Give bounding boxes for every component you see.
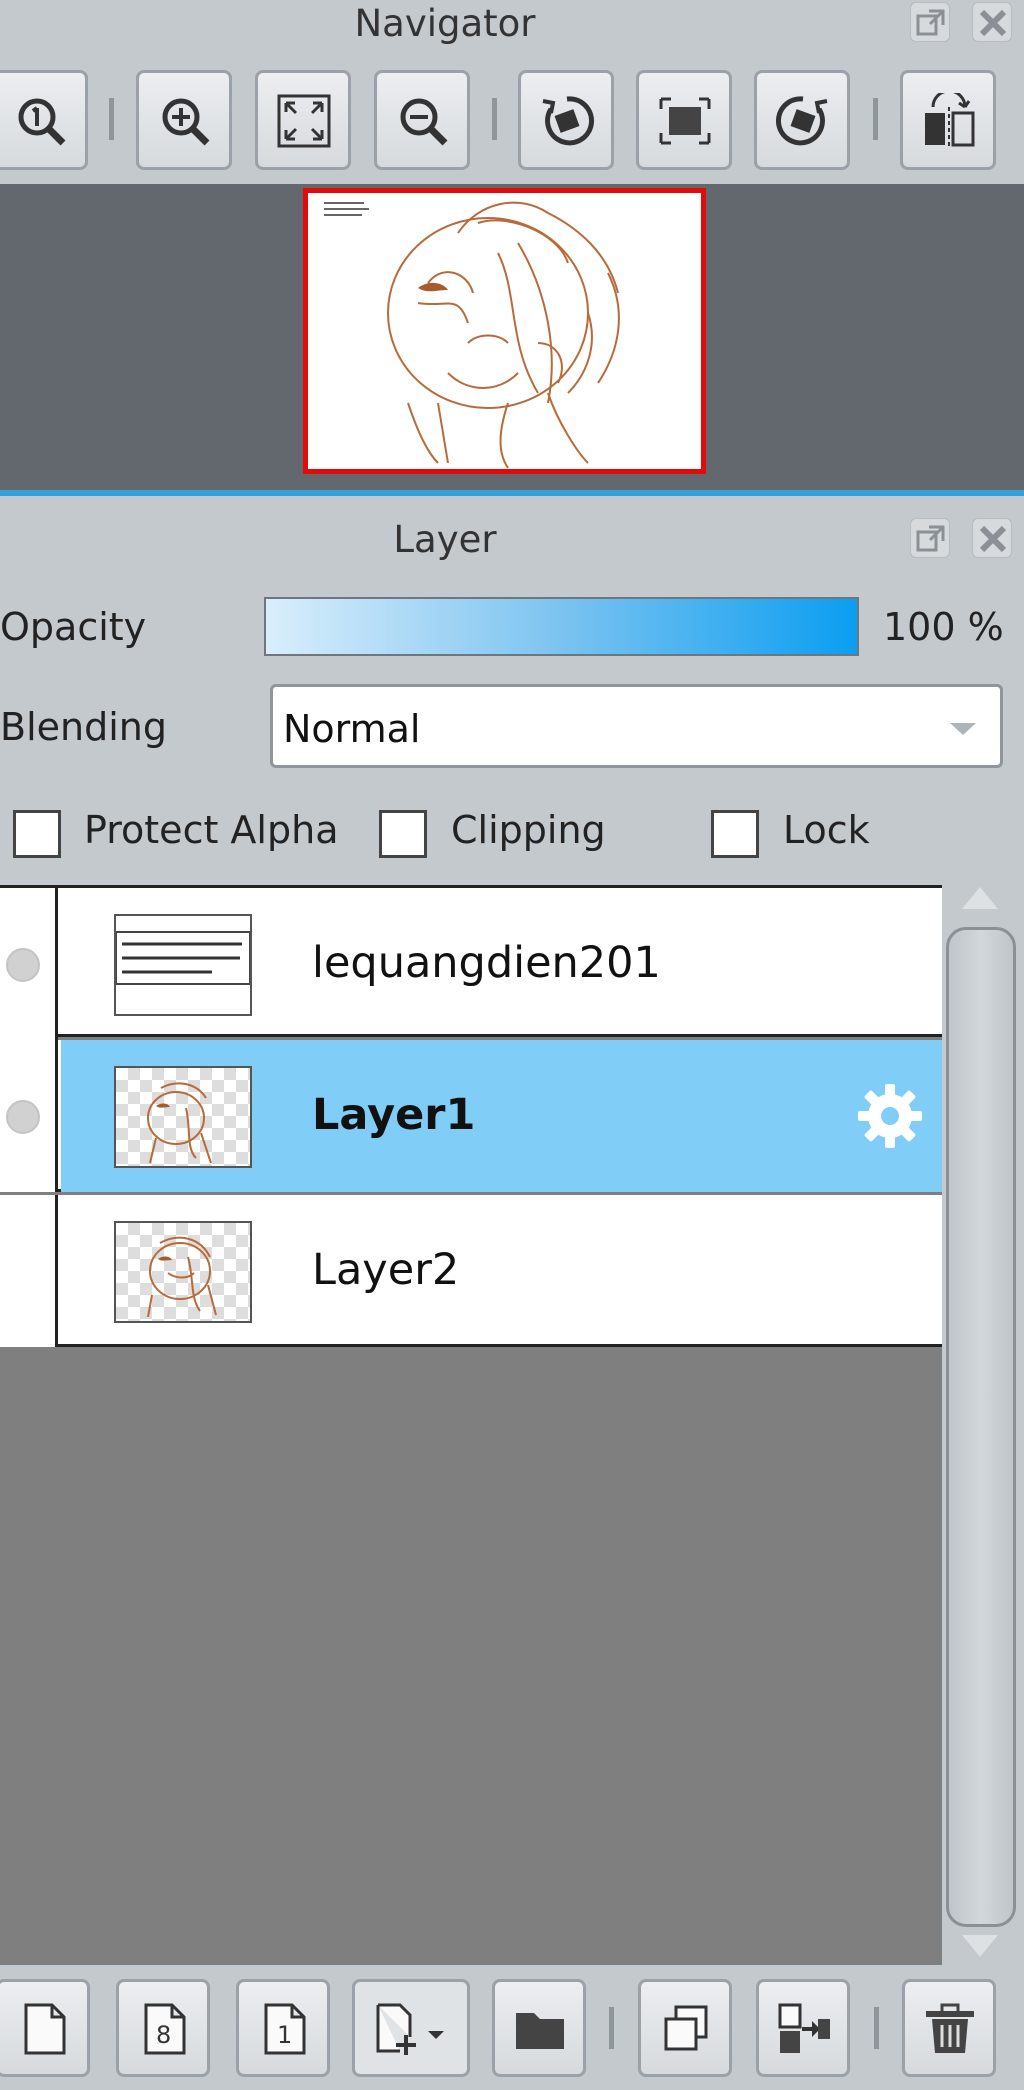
zoom-in-icon: [162, 98, 210, 146]
layer-visibility-toggle[interactable]: [0, 888, 58, 1040]
layer-panel-title: Layer: [393, 518, 497, 561]
new-8bit-layer-icon: 8: [144, 2003, 186, 2055]
layer-row[interactable]: Layer1: [0, 1040, 942, 1192]
layer-visibility-toggle[interactable]: [0, 1040, 58, 1192]
blending-value: Normal: [283, 707, 421, 751]
navigator-close-button[interactable]: [972, 2, 1012, 42]
layer-thumbnail: [114, 1066, 252, 1168]
gear-icon[interactable]: [854, 1080, 926, 1152]
svg-text:8: 8: [156, 2021, 171, 2049]
scroll-down-arrow-icon[interactable]: [962, 1935, 998, 1957]
trash-icon: [926, 2003, 974, 2053]
zoom-in-button[interactable]: [136, 70, 232, 170]
lock-label: Lock: [783, 808, 870, 852]
panel-divider[interactable]: [0, 490, 1024, 496]
rotate-left-icon: [542, 96, 594, 146]
add-layer-menu-button[interactable]: [352, 1979, 470, 2077]
sketch-thumbnail-icon: [147, 1082, 212, 1164]
sketch-thumbnail-icon: [147, 1236, 217, 1318]
blending-select[interactable]: Normal: [270, 684, 1003, 768]
navigator-preview-area[interactable]: [0, 184, 1024, 490]
toolbar-separator: [873, 98, 878, 140]
layer-bottom-toolbar: 8 1: [0, 1965, 1024, 2090]
text-layer-thumbnail-icon: [116, 931, 250, 985]
zoom-actual-size-button[interactable]: [0, 70, 88, 170]
undock-icon: [916, 9, 945, 36]
protect-alpha-checkbox[interactable]: [13, 810, 61, 858]
reset-view-icon: [659, 97, 711, 145]
new-8bit-layer-button[interactable]: 8: [116, 1979, 210, 2077]
new-page-icon: [24, 2003, 66, 2055]
close-icon: [979, 525, 1007, 553]
rotate-right-icon: [776, 96, 828, 146]
visibility-dot-icon: [6, 1100, 40, 1134]
layer-name: Layer1: [312, 1090, 476, 1140]
new-layer-button[interactable]: [0, 1979, 90, 2077]
layer-row[interactable]: Layer2: [0, 1195, 942, 1347]
layer-list[interactable]: lequangdien201 Layer1 Layer2: [0, 885, 942, 1965]
protect-alpha-label: Protect Alpha: [84, 808, 339, 852]
zoom-out-button[interactable]: [374, 70, 470, 170]
layer-name: lequangdien201: [312, 938, 661, 988]
layer-name: Layer2: [312, 1245, 460, 1295]
fit-window-icon: [277, 94, 331, 148]
canvas-preview-sketch: [324, 201, 620, 469]
new-folder-button[interactable]: [492, 1979, 586, 2077]
chevron-down-icon: [950, 723, 976, 735]
layer-thumbnail: [114, 914, 252, 1016]
folder-icon: [516, 2013, 564, 2049]
merge-down-icon: [778, 2003, 830, 2053]
clipping-label: Clipping: [451, 808, 606, 852]
layer-close-button[interactable]: [972, 518, 1012, 558]
new-1bit-layer-button[interactable]: 1: [236, 1979, 330, 2077]
layer-row[interactable]: lequangdien201: [0, 885, 942, 1040]
svg-text:1: 1: [277, 2021, 292, 2049]
close-icon: [979, 9, 1007, 37]
opacity-slider[interactable]: [264, 597, 859, 656]
layer-undock-button[interactable]: [910, 518, 950, 558]
navigator-title: Navigator: [354, 2, 536, 45]
flip-icon: [925, 93, 975, 147]
clipping-checkbox[interactable]: [379, 810, 427, 858]
layer-thumbnail: [114, 1221, 252, 1323]
merge-down-button[interactable]: [756, 1979, 850, 2077]
delete-layer-button[interactable]: [902, 1979, 996, 2077]
rotate-right-button[interactable]: [754, 70, 850, 170]
opacity-label: Opacity: [0, 605, 147, 649]
duplicate-layer-button[interactable]: [638, 1979, 732, 2077]
opacity-value: 100 %: [883, 605, 1004, 649]
blending-label: Blending: [0, 705, 167, 749]
flip-horizontal-button[interactable]: [900, 70, 996, 170]
layer-visibility-toggle[interactable]: [0, 1195, 58, 1347]
toolbar-separator: [492, 98, 497, 140]
new-1bit-layer-icon: 1: [264, 2003, 306, 2055]
add-layer-dropdown-icon: [376, 2003, 444, 2055]
zoom-1-icon: [18, 98, 66, 146]
toolbar-separator: [874, 2007, 879, 2049]
visibility-dot-icon: [6, 948, 40, 982]
navigator-title-bar: Navigator: [0, 0, 1024, 48]
scrollbar-thumb[interactable]: [946, 927, 1016, 1927]
duplicate-icon: [664, 2005, 708, 2051]
toolbar-separator: [609, 2007, 614, 2049]
layer-list-scrollbar[interactable]: [942, 885, 1024, 1965]
navigator-undock-button[interactable]: [910, 2, 950, 42]
toolbar-separator: [109, 98, 114, 140]
fit-to-window-button[interactable]: [255, 70, 351, 170]
navigator-thumbnail[interactable]: [303, 188, 706, 474]
undock-icon: [916, 525, 945, 552]
rotate-left-button[interactable]: [518, 70, 614, 170]
lock-checkbox[interactable]: [711, 810, 759, 858]
zoom-out-icon: [400, 98, 448, 146]
reset-view-button[interactable]: [636, 70, 732, 170]
layer-title-bar: Layer: [0, 514, 1024, 562]
scroll-up-arrow-icon[interactable]: [962, 887, 998, 909]
